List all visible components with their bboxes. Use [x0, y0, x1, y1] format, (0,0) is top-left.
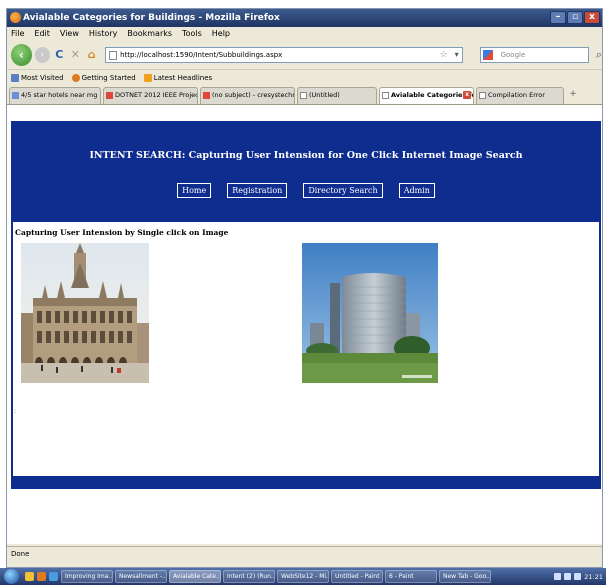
- firefox-icon: [10, 12, 21, 23]
- tab-label: Avialable Categories for Bui...: [391, 91, 473, 99]
- start-button-icon[interactable]: [4, 569, 19, 584]
- tab-label: DOTNET 2012 IEEE Project Reso...: [115, 91, 197, 99]
- menu-view[interactable]: View: [60, 27, 79, 41]
- registration-button[interactable]: Registration: [227, 183, 288, 198]
- home-icon[interactable]: ⌂: [85, 48, 98, 62]
- folder-icon[interactable]: [25, 572, 34, 581]
- tray-icon[interactable]: [554, 573, 562, 580]
- taskbar-item[interactable]: Untitled - Paint: [331, 570, 383, 583]
- address-bar[interactable]: http://localhost:1590/Intent/Subbuilding…: [105, 47, 463, 63]
- go-arrow-icon[interactable]: ▾: [455, 48, 459, 62]
- tab-favicon: [12, 92, 19, 99]
- navigation-toolbar: ‹ › C ✕ ⌂ http://localhost:1590/Intent/S…: [7, 41, 602, 69]
- most-visited-icon: [11, 74, 19, 82]
- menu-history[interactable]: History: [89, 27, 117, 41]
- tab-label: (Untitled): [309, 91, 340, 99]
- close-button[interactable]: x: [584, 11, 600, 24]
- window-controls: – ▫ x: [550, 11, 600, 24]
- menu-edit[interactable]: Edit: [34, 27, 50, 41]
- panel-heading: Capturing User Intension by Single click…: [15, 228, 229, 237]
- directory-search-button[interactable]: Directory Search: [303, 183, 383, 198]
- site-container: INTENT SEARCH: Capturing User Intension …: [11, 121, 601, 489]
- search-input[interactable]: Google: [479, 47, 589, 63]
- bookmark-getting-started[interactable]: Getting Started: [71, 70, 136, 85]
- building-image-gothic[interactable]: [21, 243, 149, 383]
- rss-icon: [143, 74, 152, 82]
- address-url: http://localhost:1590/Intent/Subbuilding…: [120, 51, 283, 59]
- site-nav: Home Registration Directory Search Admin: [11, 183, 601, 198]
- taskbar-item[interactable]: Improving Ima...: [61, 570, 113, 583]
- image-panel: Capturing User Intension by Single click…: [13, 222, 599, 476]
- new-tab-plus-icon[interactable]: +: [566, 87, 580, 102]
- tray-icon[interactable]: [564, 573, 572, 580]
- window-title: Avialable Categories for Buildings - Moz…: [23, 13, 280, 23]
- tab-favicon: [479, 92, 486, 99]
- panel-mark: :: [14, 408, 17, 415]
- gmail-icon: [203, 92, 210, 99]
- minimize-button[interactable]: –: [550, 11, 566, 24]
- tab-hotels[interactable]: 4/5 star hotels near mg road ban...: [9, 87, 101, 104]
- bookmark-latest-headlines[interactable]: Latest Headlines: [143, 70, 213, 85]
- tab-favicon: [300, 92, 307, 99]
- firefox-window: Avialable Categories for Buildings - Moz…: [6, 8, 603, 568]
- tab-strip: 4/5 star hotels near mg road ban... DOTN…: [7, 87, 602, 104]
- tab-label: 4/5 star hotels near mg road ban...: [21, 91, 100, 99]
- stop-icon[interactable]: ✕: [69, 48, 82, 62]
- bookmark-star-icon[interactable]: ☆: [440, 48, 448, 62]
- firefox-icon[interactable]: [37, 572, 46, 581]
- admin-button[interactable]: Admin: [398, 183, 435, 198]
- tab-favicon: [382, 92, 389, 99]
- tab-untitled[interactable]: (Untitled): [297, 87, 377, 104]
- search-icon[interactable]: ⌕: [596, 48, 602, 62]
- bookmark-label: Getting Started: [81, 74, 136, 82]
- menu-tools[interactable]: Tools: [182, 27, 202, 41]
- bookmark-most-visited[interactable]: Most Visited: [11, 70, 64, 85]
- menu-file[interactable]: File: [11, 27, 24, 41]
- search-placeholder: Google: [500, 51, 526, 59]
- page-icon: [109, 51, 118, 60]
- google-icon: [482, 50, 493, 60]
- back-arrow-icon[interactable]: ‹: [11, 44, 32, 66]
- taskbar-item[interactable]: Intent (2) (Run...: [223, 570, 275, 583]
- forward-arrow-icon[interactable]: ›: [34, 47, 50, 63]
- volume-icon[interactable]: [574, 573, 582, 580]
- status-bar: Done: [7, 546, 602, 560]
- tab-label: Compilation Error: [488, 91, 545, 99]
- status-text: Done: [11, 550, 30, 558]
- tab-label: (no subject) - cresystechnologie...: [212, 91, 294, 99]
- home-button[interactable]: Home: [177, 183, 212, 198]
- taskbar-item[interactable]: New Tab - Goo...: [439, 570, 491, 583]
- firefox-icon: [71, 74, 80, 82]
- taskbar-item[interactable]: Avialable Cate...: [169, 570, 221, 583]
- tab-close-icon[interactable]: x: [463, 91, 471, 99]
- bookmark-label: Latest Headlines: [153, 74, 213, 82]
- gothic-building-picture: [21, 243, 149, 383]
- system-tray: 21:21: [554, 573, 606, 581]
- taskbar-item[interactable]: 6 - Paint: [385, 570, 437, 583]
- tab-favicon: [106, 92, 113, 99]
- reload-icon[interactable]: C: [53, 48, 66, 62]
- menu-bookmarks[interactable]: Bookmarks: [127, 27, 172, 41]
- bookmark-label: Most Visited: [21, 74, 64, 82]
- windows-taskbar: Improving Ima... Newsallment -... Aviala…: [0, 568, 606, 585]
- tower-building-picture: [302, 243, 438, 383]
- menu-help[interactable]: Help: [212, 27, 230, 41]
- tab-compilation-error[interactable]: Compilation Error: [476, 87, 564, 104]
- tab-categories[interactable]: Avialable Categories for Bui...x: [379, 87, 474, 104]
- building-image-tower[interactable]: [302, 243, 438, 383]
- taskbar-item[interactable]: Newsallment -...: [115, 570, 167, 583]
- screen: Avialable Categories for Buildings - Moz…: [0, 0, 606, 585]
- clock: 21:21: [584, 572, 603, 581]
- menu-bar: File Edit View History Bookmarks Tools H…: [7, 27, 602, 41]
- taskbar-item[interactable]: WebSite12 - Mi...: [277, 570, 329, 583]
- page-title: INTENT SEARCH: Capturing User Intension …: [89, 150, 523, 161]
- bookmarks-toolbar: Most Visited Getting Started Latest Head…: [7, 69, 602, 85]
- window-titlebar: Avialable Categories for Buildings - Moz…: [7, 9, 602, 27]
- ie-icon[interactable]: [49, 572, 58, 581]
- tab-mail[interactable]: (no subject) - cresystechnologie...: [200, 87, 295, 104]
- tab-dotnet[interactable]: DOTNET 2012 IEEE Project Reso...: [103, 87, 198, 104]
- page-viewport: INTENT SEARCH: Capturing User Intension …: [7, 104, 602, 544]
- maximize-button[interactable]: ▫: [567, 11, 583, 24]
